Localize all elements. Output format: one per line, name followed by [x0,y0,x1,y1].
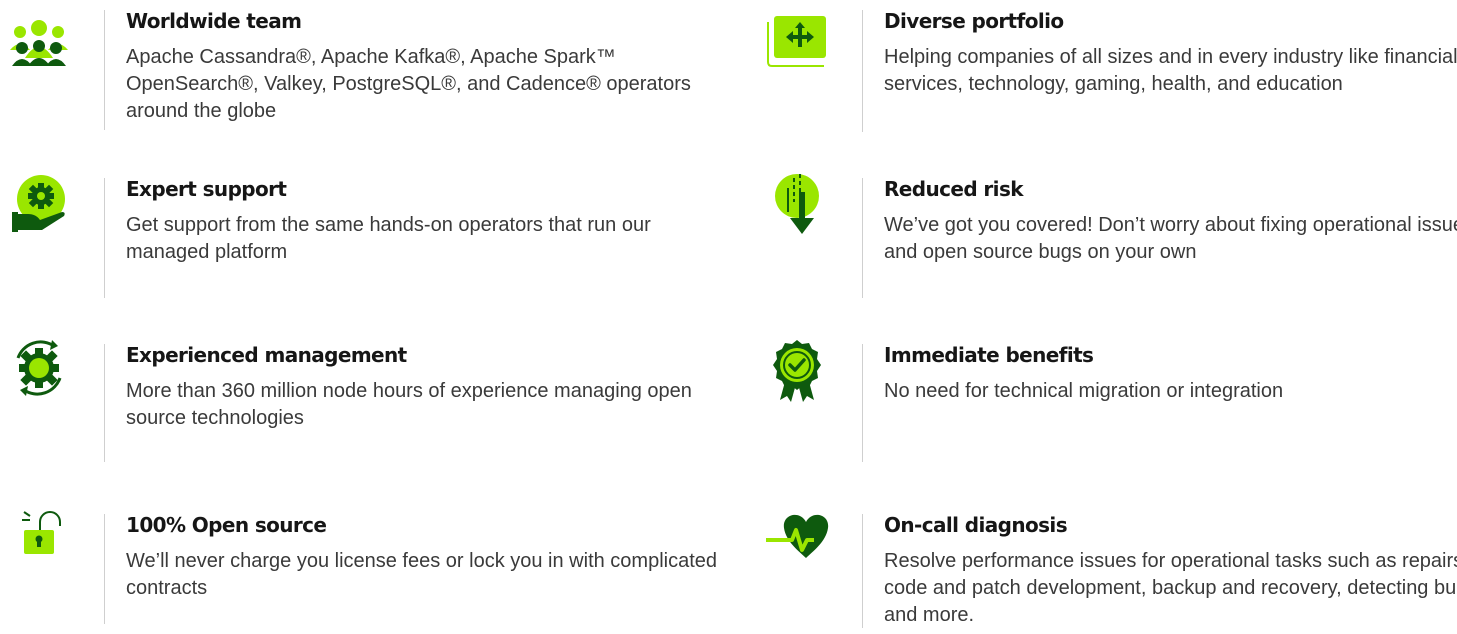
feature-description: We’ll never charge you license fees or l… [126,550,718,599]
feature-title: Reduced risk [884,177,1024,201]
feature-description: We’ve got you covered! Don’t worry about… [884,214,1457,263]
gear-cycle-icon [8,336,68,396]
gear-hand-icon [8,174,68,234]
open-lock-icon [8,508,68,568]
feature-description: Apache Cassandra®, Apache Kafka®, Apache… [126,46,691,122]
feature-description: No need for technical migration or integ… [884,380,1284,402]
feature-title: On-call diagnosis [884,513,1068,537]
feature-description: Resolve performance issues for operation… [884,550,1457,626]
feature-title: 100% Open source [126,513,327,537]
divider [862,344,863,462]
divider [104,344,105,462]
heartbeat-icon [766,512,829,572]
team-icon [8,16,68,76]
feature-title: Immediate benefits [884,343,1094,367]
feature-title: Experienced management [126,343,407,367]
feature-title: Diverse portfolio [884,9,1064,33]
divider [104,514,105,624]
feature-description: Helping companies of all sizes and in ev… [884,46,1457,95]
award-check-icon [766,338,826,402]
feature-description: Get support from the same hands-on opera… [126,214,651,263]
feature-title: Expert support [126,177,287,201]
feature-title: Worldwide team [126,9,302,33]
move-arrows-icon [766,14,826,74]
divider [862,178,863,298]
divider [862,10,863,132]
download-arrow-icon [766,172,826,234]
divider [862,514,863,628]
divider [104,10,105,130]
divider [104,178,105,298]
feature-description: More than 360 million node hours of expe… [126,380,692,429]
